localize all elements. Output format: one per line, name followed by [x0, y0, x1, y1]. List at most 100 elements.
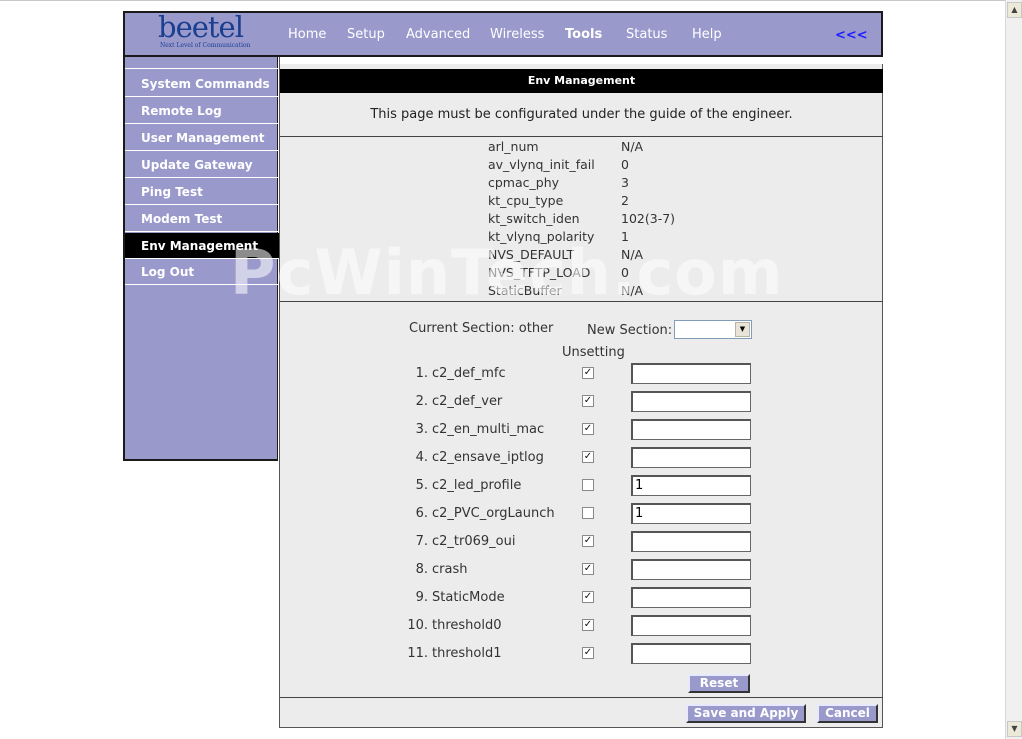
logo-text: beetel	[158, 10, 244, 44]
param-name: c2_en_multi_mac	[432, 422, 545, 437]
divider	[280, 697, 883, 698]
param-number: 3.	[415, 422, 428, 437]
param-name: c2_def_mfc	[432, 366, 506, 381]
nav-advanced[interactable]: Advanced	[406, 27, 470, 42]
param-value-input[interactable]	[631, 363, 751, 384]
param-name: StaticMode	[432, 590, 505, 605]
param-row: 2. c2_def_ver ✓	[280, 391, 883, 419]
scroll-up-icon[interactable]: ▲	[1007, 2, 1022, 18]
param-value-input[interactable]	[631, 447, 751, 468]
param-value-input[interactable]	[631, 531, 751, 552]
current-section-label: Current Section: other	[409, 321, 554, 336]
chevron-down-icon[interactable]: ▼	[735, 322, 750, 337]
param-name: c2_def_ver	[432, 394, 503, 409]
param-row: 6. c2_PVC_orgLaunch 1	[280, 503, 883, 531]
window-top-border	[0, 0, 1005, 1]
env-value: 2	[621, 193, 629, 208]
param-value-input[interactable]	[631, 419, 751, 440]
param-number: 9.	[415, 590, 428, 605]
unset-checkbox[interactable]: ✓	[582, 647, 594, 659]
param-value-input[interactable]: 1	[631, 475, 751, 496]
param-number: 6.	[415, 506, 428, 521]
param-value-input[interactable]	[631, 643, 751, 664]
scroll-down-icon[interactable]: ▼	[1007, 721, 1022, 737]
env-value: 0	[621, 157, 629, 172]
unset-checkbox[interactable]	[582, 479, 594, 491]
unset-checkbox[interactable]: ✓	[582, 451, 594, 463]
sidebar: System Commands Remote Log User Manageme…	[123, 57, 279, 461]
param-number: 10.	[407, 618, 428, 633]
param-value-input[interactable]	[631, 587, 751, 608]
param-number: 8.	[415, 562, 428, 577]
unset-checkbox[interactable]: ✓	[582, 423, 594, 435]
param-value-input[interactable]	[631, 559, 751, 580]
sidebar-item-system-commands[interactable]: System Commands	[125, 71, 279, 97]
sidebar-item-user-management[interactable]: User Management	[125, 125, 279, 151]
param-number: 1.	[415, 366, 428, 381]
new-section-select[interactable]: ▼	[674, 320, 752, 339]
env-value: 0	[621, 265, 629, 280]
checkmark-icon: ✓	[583, 535, 593, 546]
unset-checkbox[interactable]	[582, 507, 594, 519]
brand-logo[interactable]: beetel Next Level of Communication	[158, 10, 251, 54]
save-and-apply-button[interactable]: Save and Apply	[686, 704, 806, 723]
checkmark-icon: ✓	[583, 563, 593, 574]
nav-tools[interactable]: Tools	[565, 27, 602, 42]
header-bar: beetel Next Level of Communication Home …	[123, 10, 883, 57]
unset-checkbox[interactable]: ✓	[582, 591, 594, 603]
param-name: c2_led_profile	[432, 478, 522, 493]
checkmark-icon: ✓	[583, 591, 593, 602]
vertical-scrollbar[interactable]: ▲ ▼	[1005, 0, 1022, 739]
sidebar-item-update-gateway[interactable]: Update Gateway	[125, 152, 279, 178]
nav-status[interactable]: Status	[626, 27, 667, 42]
param-row: 5. c2_led_profile 1	[280, 475, 883, 503]
param-number: 5.	[415, 478, 428, 493]
cancel-button[interactable]: Cancel	[817, 704, 878, 723]
param-name: threshold1	[432, 646, 502, 661]
nav-home[interactable]: Home	[288, 27, 326, 42]
unset-checkbox[interactable]: ✓	[582, 535, 594, 547]
param-row: 7. c2_tr069_oui ✓	[280, 531, 883, 559]
env-value: 102(3-7)	[621, 211, 676, 226]
page-title: Env Management	[280, 69, 883, 93]
divider	[280, 136, 883, 137]
env-value: 3	[621, 175, 629, 190]
param-row: 8. crash ✓	[280, 559, 883, 587]
param-value-input[interactable]: 1	[631, 503, 751, 524]
unset-checkbox[interactable]: ✓	[582, 395, 594, 407]
param-name: c2_ensave_iptlog	[432, 450, 544, 465]
reset-button[interactable]: Reset	[688, 674, 750, 693]
sidebar-item-log-out[interactable]: Log Out	[125, 259, 279, 285]
checkmark-icon: ✓	[583, 367, 593, 378]
checkmark-icon: ✓	[583, 451, 593, 462]
env-key: cpmac_phy	[488, 175, 560, 190]
param-name: threshold0	[432, 618, 502, 633]
unset-checkbox[interactable]: ✓	[582, 619, 594, 631]
unset-checkbox[interactable]: ✓	[582, 367, 594, 379]
sidebar-item-modem-test[interactable]: Modem Test	[125, 206, 279, 232]
param-value-input[interactable]	[631, 391, 751, 412]
param-value-input[interactable]	[631, 615, 751, 636]
env-key: StaticBuffer	[488, 283, 562, 298]
sidebar-item-remote-log[interactable]: Remote Log	[125, 98, 279, 124]
nav-wireless[interactable]: Wireless	[490, 27, 544, 42]
param-row: 11. threshold1 ✓	[280, 643, 883, 671]
unset-checkbox[interactable]: ✓	[582, 563, 594, 575]
sidebar-item-ping-test[interactable]: Ping Test	[125, 179, 279, 205]
param-name: c2_PVC_orgLaunch	[432, 506, 555, 521]
env-key: kt_cpu_type	[488, 193, 564, 208]
env-value: 1	[621, 229, 629, 244]
divider	[280, 301, 883, 302]
param-row: 4. c2_ensave_iptlog ✓	[280, 447, 883, 475]
env-key: NVS_DEFAULT	[488, 247, 575, 262]
nav-setup[interactable]: Setup	[347, 27, 385, 42]
env-value: N/A	[621, 139, 644, 154]
param-number: 4.	[415, 450, 428, 465]
collapse-menu-link[interactable]: <<<	[835, 28, 868, 43]
param-name: crash	[432, 562, 468, 577]
sidebar-item-env-management[interactable]: Env Management	[125, 233, 279, 259]
engineer-notice: This page must be configurated under the…	[370, 107, 793, 122]
env-key: arl_num	[488, 139, 539, 154]
nav-help[interactable]: Help	[692, 27, 722, 42]
param-row: 1. c2_def_mfc ✓	[280, 363, 883, 391]
